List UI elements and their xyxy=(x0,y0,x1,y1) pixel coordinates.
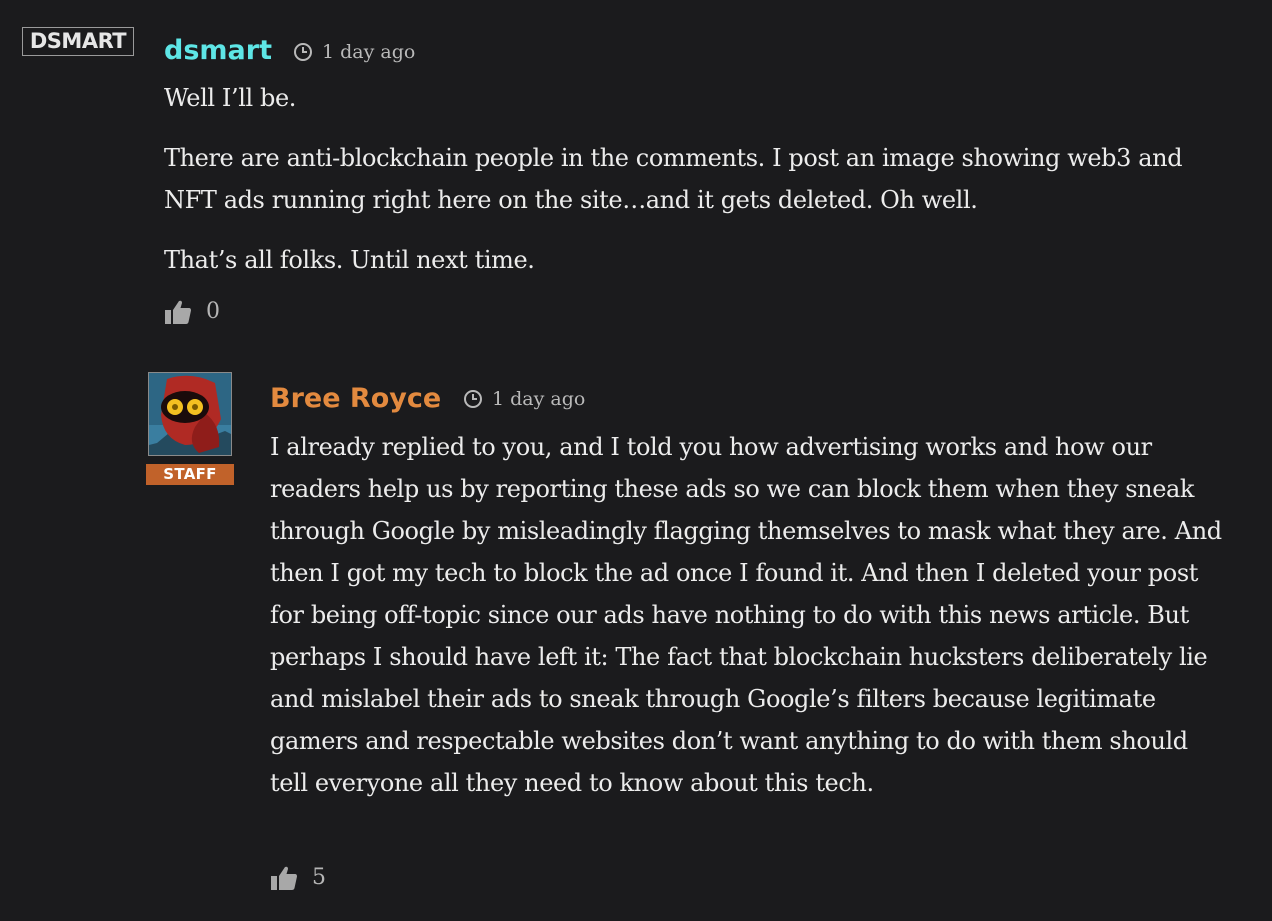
clock-icon xyxy=(293,42,313,62)
comment-time[interactable]: 1 day ago xyxy=(322,40,415,64)
author-name[interactable]: dsmart xyxy=(164,34,272,68)
comment-meta: 1 day ago xyxy=(463,387,585,411)
avatar[interactable]: DSMART xyxy=(22,27,134,56)
comment-paragraph: That’s all folks. Until next time. xyxy=(164,246,535,274)
comment-body: I already replied to you, and I told you… xyxy=(270,426,1225,804)
like-count: 5 xyxy=(312,865,326,890)
like-count: 0 xyxy=(206,299,220,324)
thumbs-up-icon[interactable] xyxy=(270,865,298,891)
like-row: 5 xyxy=(270,865,326,891)
comment-body: Well I’ll be. There are anti-blockchain … xyxy=(164,77,1224,281)
comment-meta: 1 day ago xyxy=(293,40,415,64)
clock-icon xyxy=(463,389,483,409)
comment-paragraph: There are anti-blockchain people in the … xyxy=(164,144,1183,214)
comment-time[interactable]: 1 day ago xyxy=(492,387,585,411)
staff-badge: STAFF xyxy=(146,464,234,485)
like-row: 0 xyxy=(164,299,220,325)
thumbs-up-icon[interactable] xyxy=(164,299,192,325)
comment-paragraph: Well I’ll be. xyxy=(164,84,296,112)
author-name[interactable]: Bree Royce xyxy=(270,382,441,416)
comment-paragraph: I already replied to you, and I told you… xyxy=(270,433,1222,797)
avatar[interactable] xyxy=(148,372,232,456)
